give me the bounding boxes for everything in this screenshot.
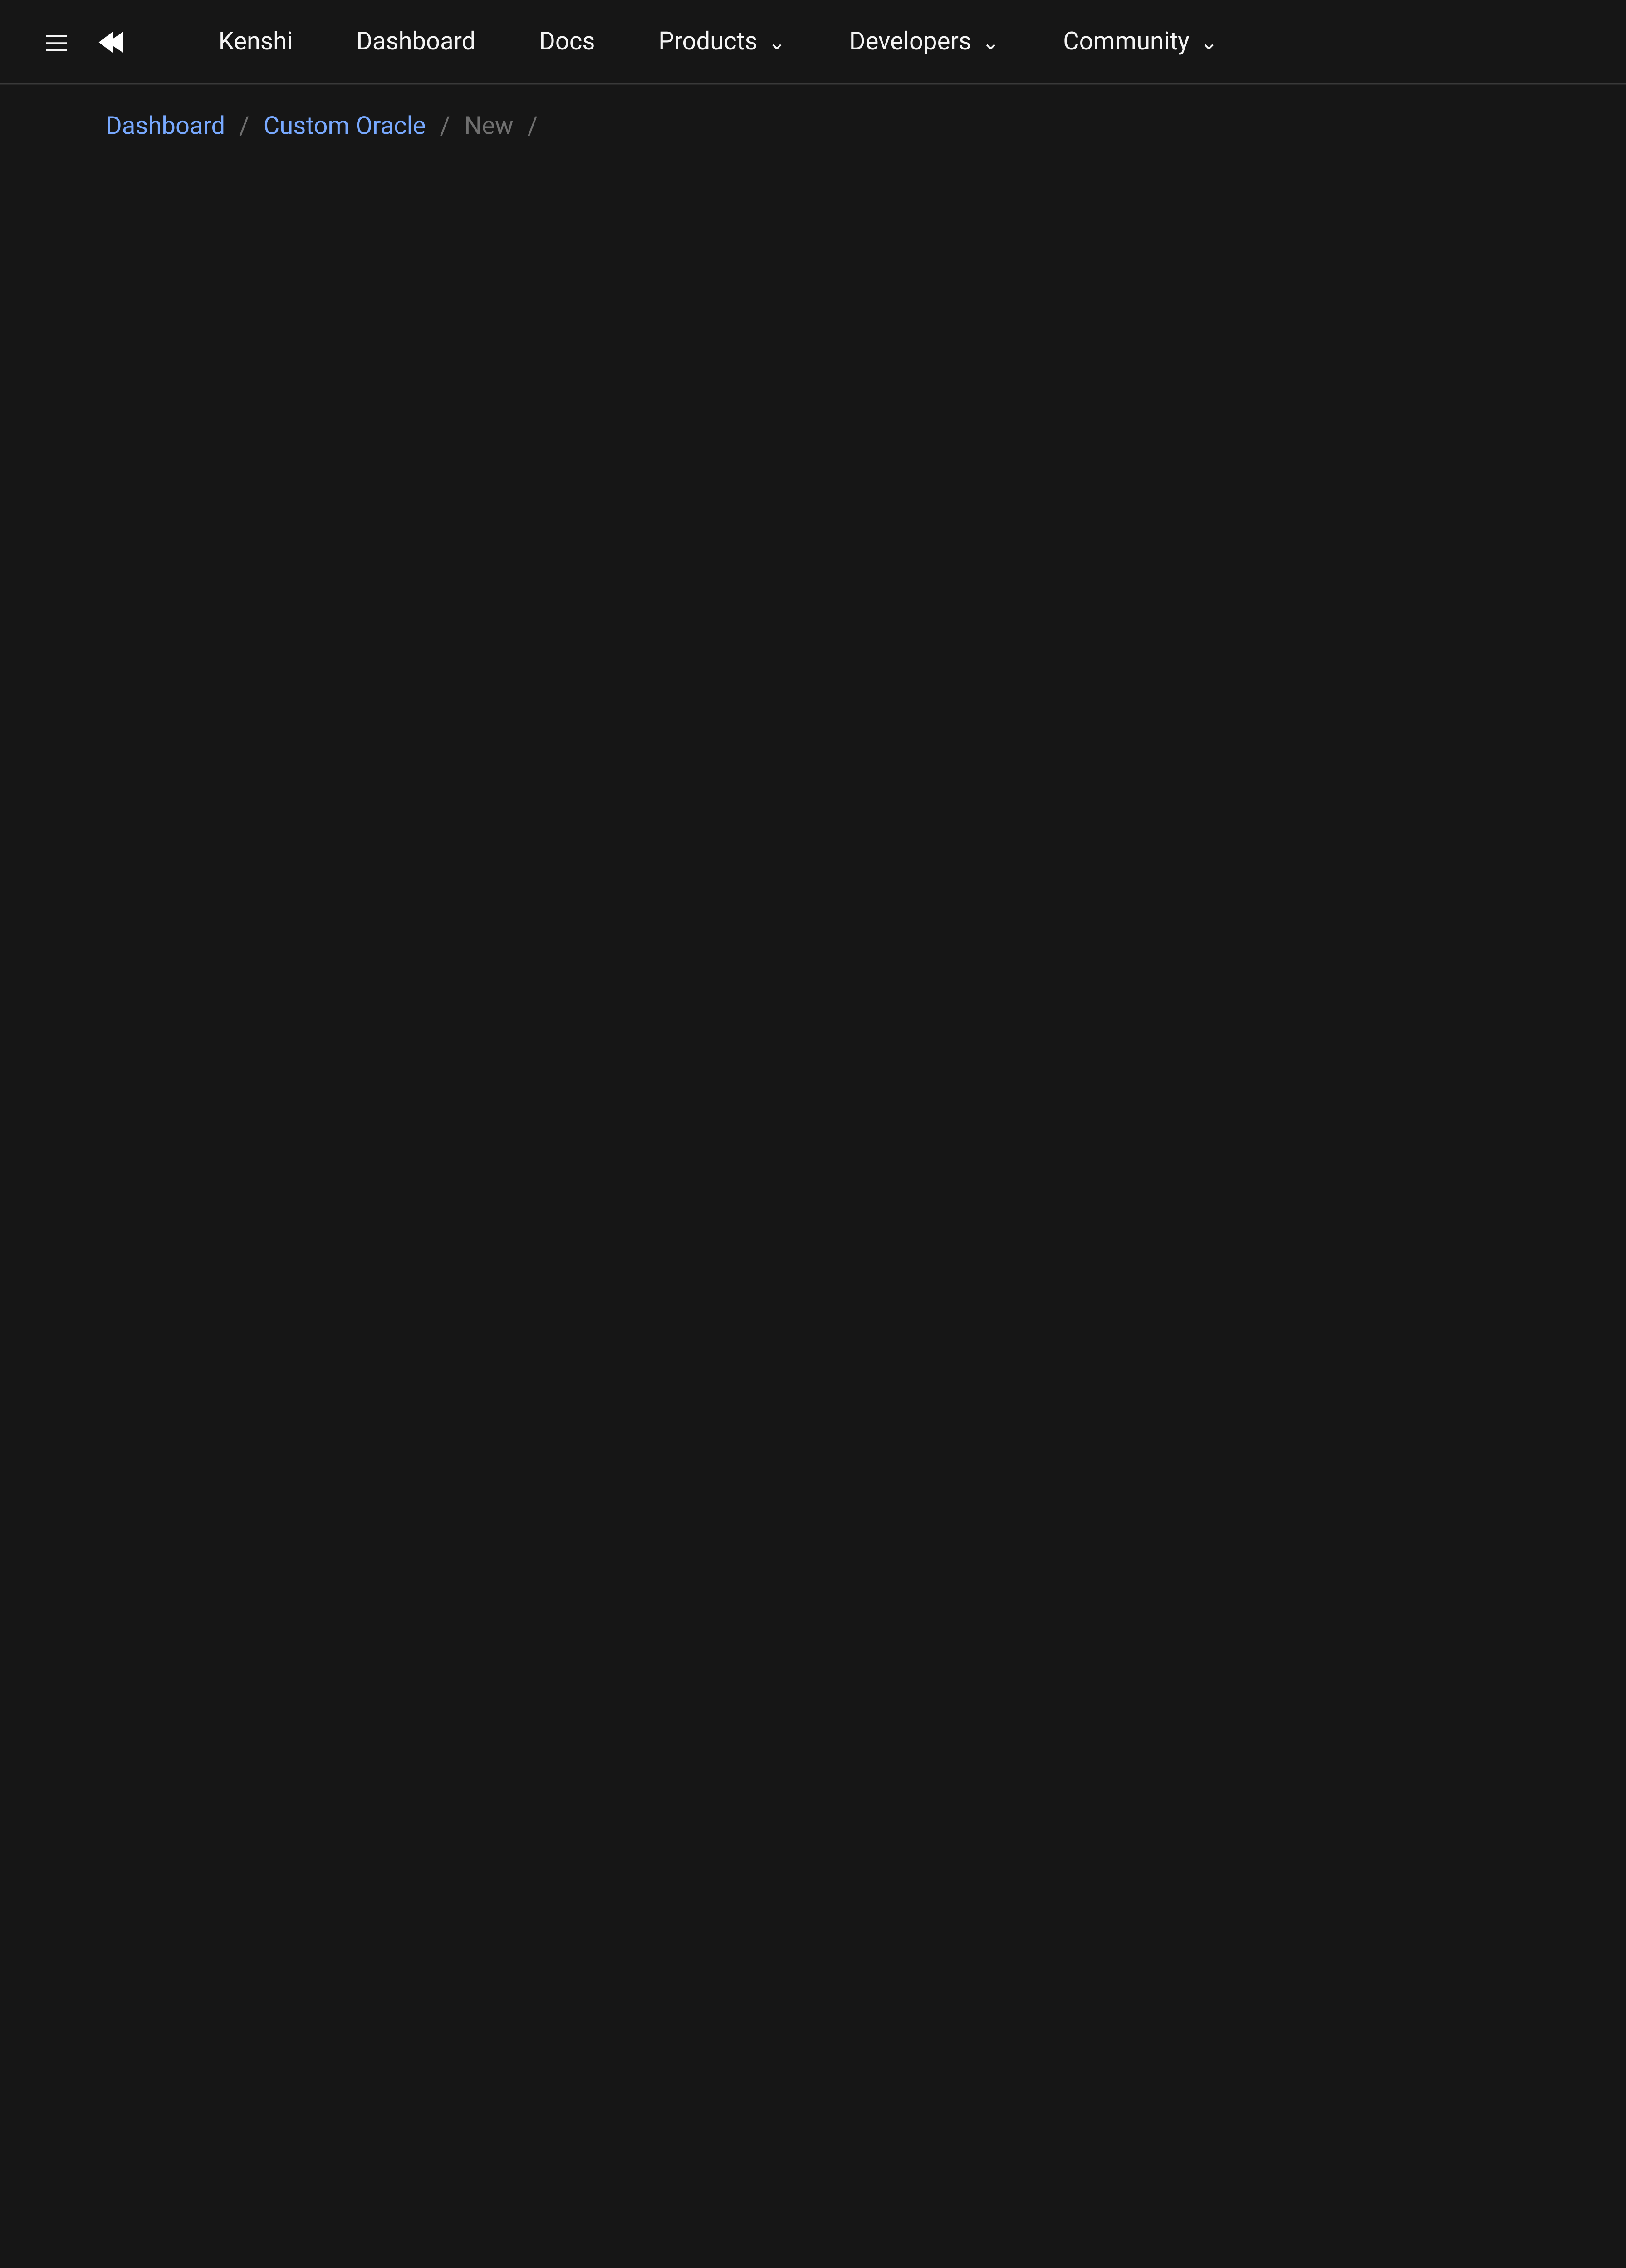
nav-docs[interactable]: Docs — [511, 0, 623, 84]
breadcrumb-custom-oracle[interactable]: Custom Oracle — [264, 113, 426, 141]
chevron-down-icon: ⌄ — [768, 29, 786, 54]
nav-dashboard[interactable]: Dashboard — [328, 0, 504, 84]
chevron-down-icon: ⌄ — [1200, 29, 1218, 54]
topbar: Kenshi Dashboard Docs Products⌄ Develope… — [0, 0, 1626, 84]
kenshi-logo[interactable] — [99, 24, 148, 59]
nav-items: Kenshi Dashboard Docs Products⌄ Develope… — [191, 0, 1246, 84]
nav-community[interactable]: Community⌄ — [1035, 0, 1246, 84]
breadcrumbs: Dashboard/ Custom Oracle/ New/ — [0, 84, 1626, 169]
nav-kenshi[interactable]: Kenshi — [191, 0, 321, 84]
breadcrumb-new: New — [464, 113, 514, 141]
nav-products[interactable]: Products⌄ — [630, 0, 814, 84]
breadcrumb-dashboard[interactable]: Dashboard — [106, 113, 225, 141]
menu-icon[interactable] — [28, 13, 84, 69]
chevron-down-icon: ⌄ — [982, 29, 999, 54]
nav-developers[interactable]: Developers⌄ — [821, 0, 1028, 84]
